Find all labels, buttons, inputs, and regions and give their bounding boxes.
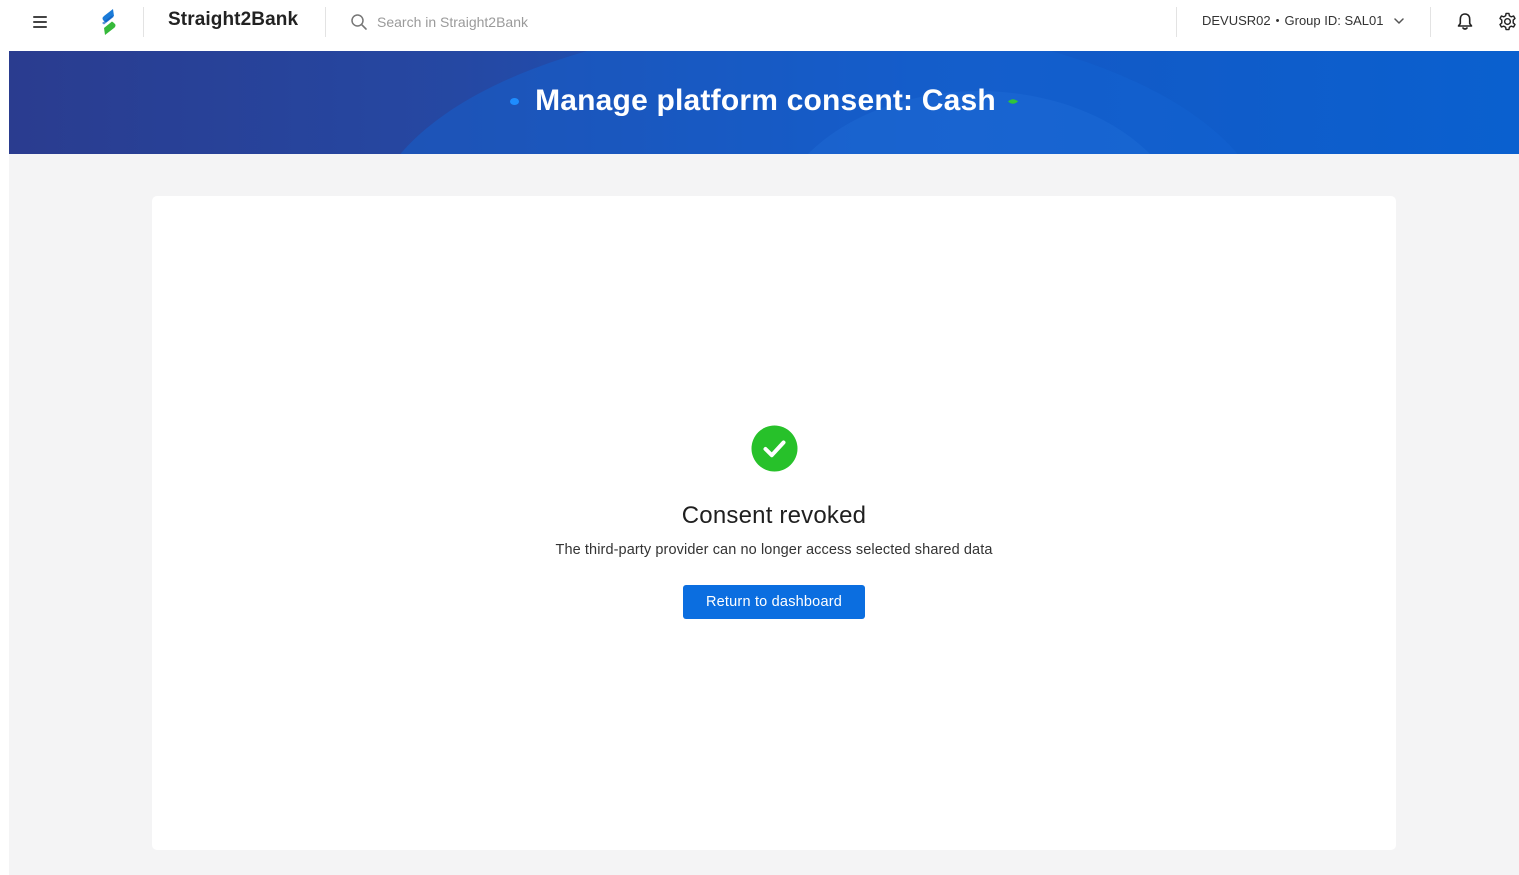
main-content: Consent revoked The third-party provider…: [9, 154, 1519, 875]
status-description: The third-party provider can no longer a…: [555, 542, 993, 558]
username: DEVUSR02: [1202, 13, 1271, 28]
separator-dot: •: [1275, 14, 1280, 27]
divider: [143, 7, 144, 37]
user-group-selector[interactable]: DEVUSR02 • Group ID: SAL01: [1202, 13, 1405, 28]
gear-icon[interactable]: [1498, 12, 1517, 31]
status-panel: Consent revoked The third-party provider…: [152, 425, 1396, 619]
check-circle-icon: [751, 425, 797, 472]
page-title: Manage platform consent: Cash: [535, 84, 996, 117]
divider: [1430, 7, 1431, 37]
menu-icon[interactable]: [31, 14, 49, 30]
top-navigation-bar: Straight2Bank DEVUSR02 • Group ID: SAL01: [0, 0, 1519, 51]
chevron-down-icon: [1393, 17, 1404, 24]
status-title: Consent revoked: [681, 502, 867, 529]
brand-name[interactable]: Straight2Bank: [168, 9, 298, 31]
divider: [1176, 7, 1177, 37]
bell-icon[interactable]: [1456, 12, 1474, 31]
result-card: Consent revoked The third-party provider…: [152, 196, 1396, 850]
search-icon: [351, 14, 367, 30]
search-input[interactable]: [377, 14, 597, 30]
divider: [325, 7, 326, 37]
sc-logo-icon[interactable]: [98, 7, 120, 37]
group-id: Group ID: SAL01: [1284, 13, 1384, 28]
return-to-dashboard-button[interactable]: Return to dashboard: [683, 585, 865, 619]
blue-dot-icon: [510, 97, 520, 105]
green-leaf-icon: [1007, 98, 1018, 104]
search-bar[interactable]: [350, 10, 610, 34]
page-banner: Manage platform consent: Cash: [9, 51, 1519, 154]
